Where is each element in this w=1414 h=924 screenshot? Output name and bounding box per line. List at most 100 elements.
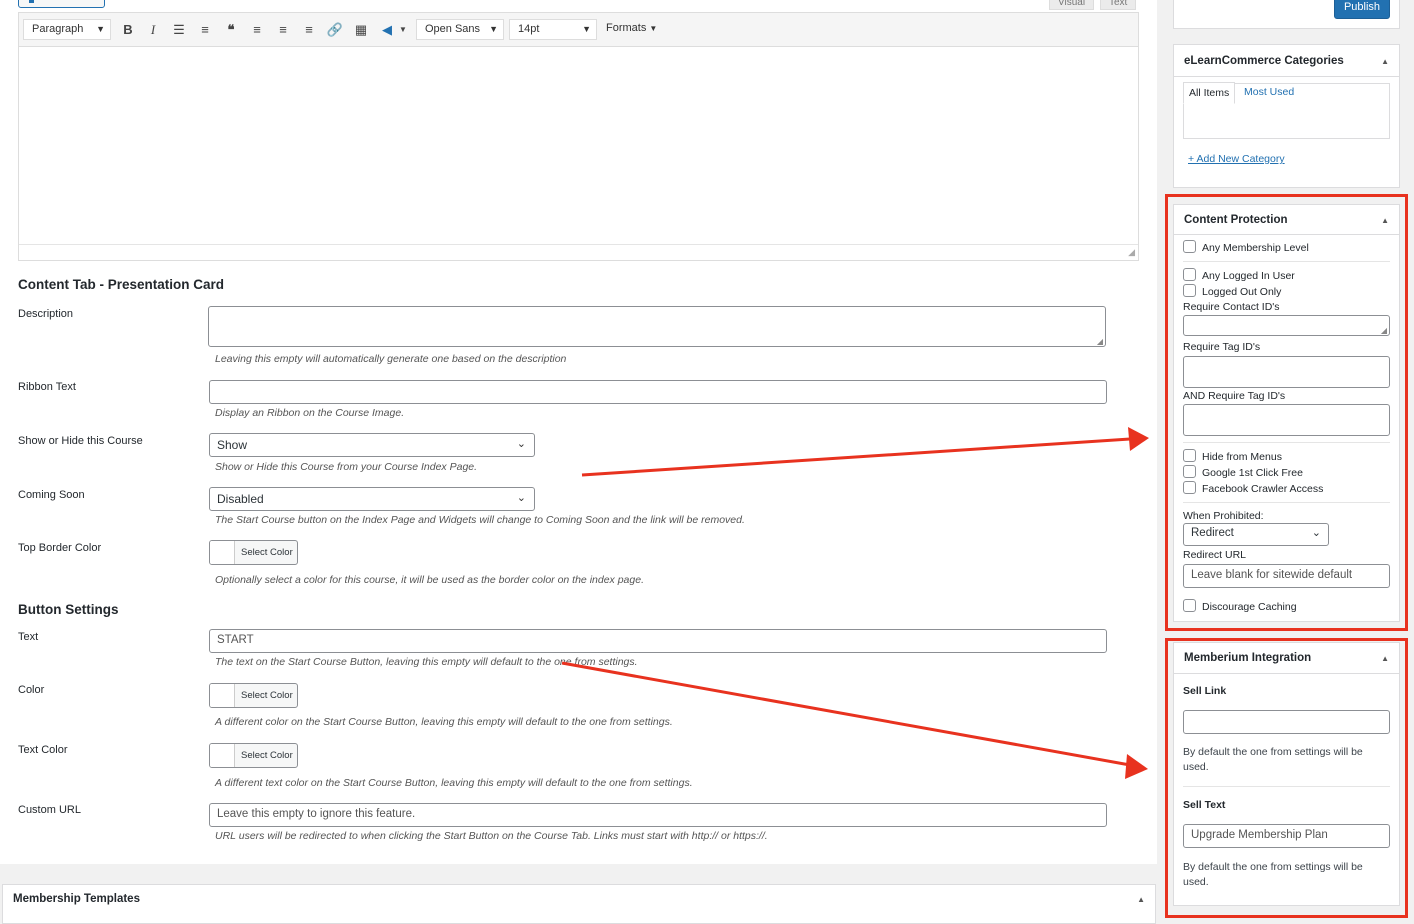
divider [1174,234,1399,235]
checkbox[interactable] [1183,284,1196,297]
tab-visual[interactable]: Visual [1049,0,1095,10]
any-logged-in-checkbox[interactable]: Any Logged In User [1183,268,1295,282]
checkbox[interactable] [1183,599,1196,612]
coming-soon-label: Coming Soon [18,489,85,501]
align-left-icon[interactable]: ≡ [248,22,266,38]
resize-handle-icon[interactable]: ◢ [1128,247,1135,258]
publish-button[interactable]: Publish [1334,0,1390,19]
checkbox[interactable] [1183,268,1196,281]
button-color-hint: A different color on the Start Course Bu… [215,716,673,728]
align-right-icon[interactable]: ≡ [300,22,318,38]
sell-text-help: By default the one from settings will be… [1183,861,1363,888]
any-membership-checkbox[interactable]: Any Membership Level [1183,240,1309,254]
divider [1183,442,1390,443]
align-center-icon[interactable]: ≡ [274,22,292,38]
button-text-color-label: Text Color [18,744,68,756]
collapse-arrow-icon[interactable]: ▲ [1381,654,1389,663]
add-media-button[interactable] [18,0,105,8]
any-logged-in-label: Any Logged In User [1202,270,1295,282]
ribbon-text-input[interactable] [209,380,1107,404]
select-color-label: Select Color [241,750,293,761]
collapse-arrow-icon[interactable]: ▲ [1137,895,1145,904]
discourage-caching-label: Discourage Caching [1202,601,1297,613]
hide-from-menus-checkbox[interactable]: Hide from Menus [1183,449,1282,463]
google-click-label: Google 1st Click Free [1202,467,1303,479]
caret-down-icon: ▼ [489,24,498,34]
custom-url-hint: URL users will be redirected to when cli… [215,830,768,842]
resize-handle-icon: ◢ [1096,337,1103,346]
bold-icon[interactable]: B [119,22,137,38]
sell-text-label: Sell Text [1183,799,1226,811]
main-panel: Visual Text Paragraph ▼ B I ☰ ≡ ❝ ≡ ≡ ≡ … [0,0,1157,864]
editor-toolbar: Paragraph ▼ B I ☰ ≡ ❝ ≡ ≡ ≡ 🔗 ▦ ◀ ▼ Open… [19,13,1138,47]
caret-down-icon: ▼ [649,24,658,33]
show-hide-value: Show [217,438,248,452]
collapse-arrow-icon[interactable]: ▲ [1381,216,1389,225]
top-border-color-button[interactable]: Select Color [209,540,298,565]
numbered-list-icon[interactable]: ≡ [196,22,214,38]
coming-soon-hint: The Start Course button on the Index Pag… [215,514,745,526]
paragraph-format-select[interactable]: Paragraph ▼ [23,19,111,40]
formats-label: Formats [606,22,647,34]
sell-link-input[interactable] [1183,710,1390,734]
description-textarea[interactable]: ◢ [208,306,1106,347]
media-icon [29,0,34,3]
sell-link-label: Sell Link [1183,685,1227,697]
divider [1183,502,1390,503]
link-icon[interactable]: 🔗 [326,22,344,38]
membership-templates-title: Membership Templates [13,893,140,905]
checkbox[interactable] [1183,481,1196,494]
require-tag-ids-input[interactable] [1183,356,1390,388]
italic-icon[interactable]: I [144,22,162,38]
show-hide-label: Show or Hide this Course [18,435,143,447]
button-text-input[interactable]: START [209,629,1107,653]
description-label: Description [18,308,74,320]
discourage-caching-checkbox[interactable]: Discourage Caching [1183,599,1297,613]
color-swatch [210,541,235,564]
require-contact-ids-label: Require Contact ID's [1183,301,1280,313]
sell-text-input[interactable]: Upgrade Membership Plan [1183,824,1390,848]
when-prohibited-value: Redirect [1191,527,1234,539]
presentation-card-title: Content Tab - Presentation Card [18,277,225,292]
chevron-down-icon: ⌄ [1311,527,1321,539]
google-click-checkbox[interactable]: Google 1st Click Free [1183,465,1303,479]
checkbox[interactable] [1183,449,1196,462]
tab-text[interactable]: Text [1100,0,1137,10]
resize-handle-icon: ◢ [1380,326,1387,335]
color-swatch [210,684,235,707]
logged-out-only-label: Logged Out Only [1202,286,1282,298]
require-contact-ids-input[interactable]: ◢ [1183,315,1390,336]
facebook-crawler-checkbox[interactable]: Facebook Crawler Access [1183,481,1323,495]
checkbox[interactable] [1183,240,1196,253]
formats-menu[interactable]: Formats ▼ [606,22,657,34]
bullet-list-icon[interactable]: ☰ [170,22,188,38]
logged-out-only-checkbox[interactable]: Logged Out Only [1183,284,1281,298]
blockquote-icon[interactable]: ❝ [222,22,240,38]
button-text-color-button[interactable]: Select Color [209,743,298,768]
memberium-integration-title: Memberium Integration [1184,652,1312,664]
require-tag-ids-label: Require Tag ID's [1183,341,1261,353]
caret-down-icon[interactable]: ▼ [394,22,412,38]
font-size-select[interactable]: 14pt ▼ [509,19,597,40]
show-hide-select[interactable]: Show ⌄ [209,433,535,457]
coming-soon-value: Disabled [217,492,264,506]
button-settings-title: Button Settings [18,602,119,617]
tab-most-used[interactable]: Most Used [1244,86,1294,98]
font-family-select[interactable]: Open Sans ▼ [416,19,504,40]
when-prohibited-select[interactable]: Redirect ⌄ [1183,523,1329,546]
checkbox[interactable] [1183,465,1196,478]
divider [1174,673,1399,674]
coming-soon-select[interactable]: Disabled ⌄ [209,487,535,511]
tab-all-items[interactable]: All Items [1183,82,1236,104]
collapse-arrow-icon[interactable]: ▲ [1381,57,1389,66]
divider [1183,261,1390,262]
editor-content-area[interactable] [19,47,1138,245]
add-new-category-link[interactable]: + Add New Category [1188,153,1285,165]
custom-url-input[interactable]: Leave this empty to ignore this feature. [209,803,1107,827]
content-protection-title: Content Protection [1184,214,1288,226]
button-color-button[interactable]: Select Color [209,683,298,708]
top-border-color-hint: Optionally select a color for this cours… [215,574,644,586]
toolbar-toggle-icon[interactable]: ▦ [352,22,370,38]
redirect-url-input[interactable]: Leave blank for sitewide default [1183,564,1390,588]
and-require-tag-ids-input[interactable] [1183,404,1390,436]
